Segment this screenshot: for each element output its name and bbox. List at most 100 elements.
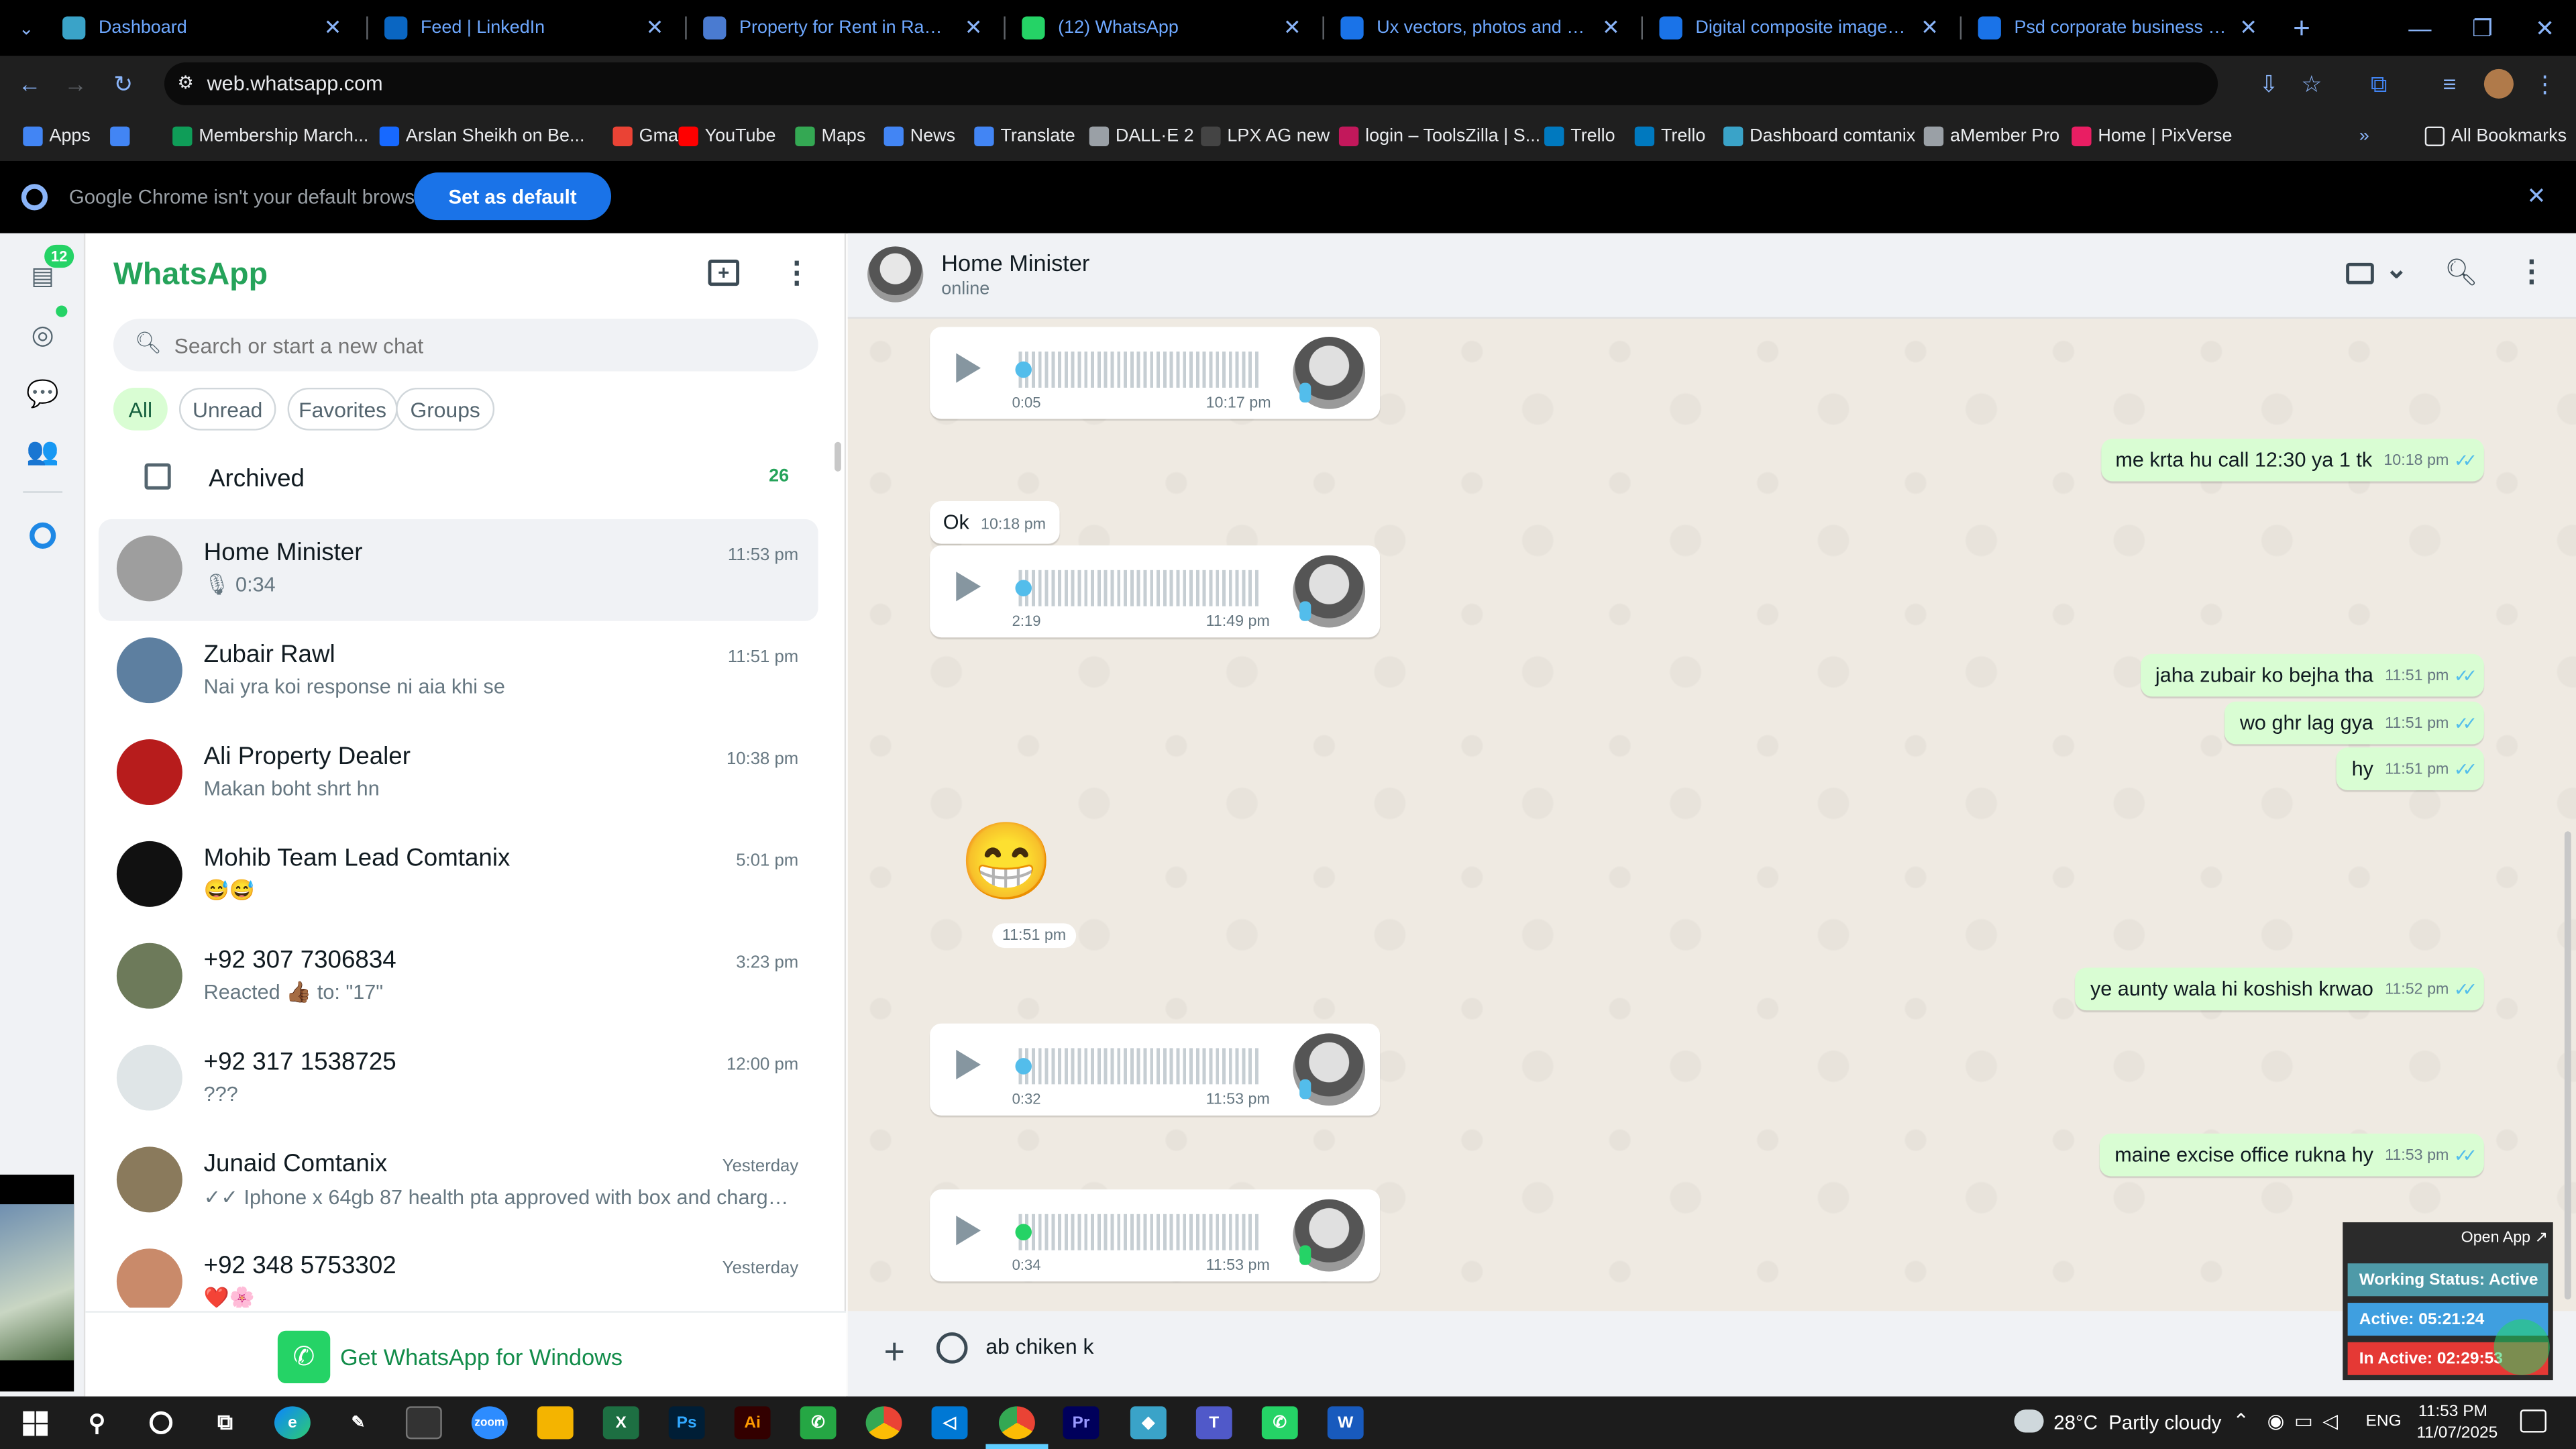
notifications-icon[interactable]	[2520, 1409, 2546, 1433]
reload-icon[interactable]: ↻	[109, 69, 138, 99]
meta-ai-icon[interactable]	[23, 516, 62, 555]
chat-list-item[interactable]: Home Minister 🎙 0:34 11:53 pm	[98, 519, 818, 621]
minimize-icon[interactable]: —	[2389, 0, 2451, 56]
chevron-down-icon[interactable]: ⌄	[2385, 253, 2408, 286]
task-view-icon[interactable]: ⧉	[207, 1406, 244, 1439]
chat-list-item[interactable]: +92 317 1538725 ??? 12:00 pm	[99, 1028, 818, 1130]
zoom-icon[interactable]: zoom	[471, 1406, 508, 1440]
bookmark-item[interactable]: Arslan Sheikh on Be...	[379, 121, 584, 151]
terminal-icon[interactable]	[405, 1406, 442, 1440]
tray-icons[interactable]: ◉▭◁	[2267, 1409, 2348, 1432]
set-default-button[interactable]: Set as default	[414, 172, 612, 221]
compose-input[interactable]: ab chiken k	[985, 1334, 1093, 1359]
chat-list-item[interactable]: Mohib Team Lead Comtanix 😅😅 5:01 pm	[99, 824, 818, 926]
bookmark-item[interactable]: aMember Pro	[1923, 121, 2059, 151]
language-indicator[interactable]: ENG	[2366, 1413, 2402, 1431]
word-icon[interactable]: W	[1327, 1406, 1364, 1440]
browser-tab[interactable]: Feed | LinkedIn ✕	[371, 7, 677, 50]
edge-icon[interactable]: e	[274, 1406, 311, 1440]
bookmark-item[interactable]: login – ToolsZilla | S...	[1338, 121, 1540, 151]
browser-tab[interactable]: Digital composite image of graphs ✕	[1646, 7, 1952, 50]
chat-list-item[interactable]: Ali Property Dealer Makan boht shrt hn 1…	[99, 723, 818, 825]
chrome-active-icon[interactable]	[998, 1406, 1035, 1440]
site-info-icon[interactable]: ⚙	[177, 72, 193, 93]
browser-tab[interactable]: Dashboard ✕	[49, 7, 355, 50]
chat-list-item[interactable]: +92 348 5753302 ❤️🌸 Yesterday	[99, 1232, 818, 1308]
extensions-icon[interactable]: ⧉	[2364, 69, 2394, 99]
scrollbar[interactable]	[2564, 831, 2571, 1300]
browser-tab[interactable]: (12) WhatsApp ✕	[1008, 6, 1315, 50]
bookmark-item[interactable]: Trello	[1544, 121, 1615, 151]
forward-icon[interactable]: →	[61, 69, 91, 99]
open-app-link[interactable]: Open App ↗	[2461, 1229, 2548, 1247]
bookmark-item[interactable]: Home | PixVerse	[2072, 121, 2233, 151]
pen-icon[interactable]: ✎	[340, 1406, 376, 1439]
attach-plus-icon[interactable]: +	[884, 1331, 905, 1374]
communities-icon[interactable]: 👥	[23, 432, 62, 472]
app-diamond-icon[interactable]: ◆	[1130, 1406, 1167, 1440]
bookmark-item[interactable]: DALL·E 2	[1089, 121, 1194, 151]
chrome-icon[interactable]	[865, 1406, 902, 1440]
contact-name[interactable]: Home Minister	[941, 250, 1089, 276]
tab-search-icon[interactable]: ≡	[2434, 69, 2464, 99]
premiere-icon[interactable]: Pr	[1063, 1406, 1099, 1440]
address-bar[interactable]: ⚙ web.whatsapp.com	[164, 62, 2218, 105]
close-infobar-icon[interactable]: ✕	[2527, 182, 2546, 211]
clock-time[interactable]: 11:53 PM	[2418, 1403, 2487, 1421]
bookmark-item[interactable]: Translate	[974, 121, 1075, 151]
browser-tab[interactable]: Property for Rent in Rawalpindi ✕	[690, 7, 996, 50]
tab-close-icon[interactable]: ✕	[646, 15, 664, 41]
clock-date[interactable]: 11/07/2025	[2416, 1424, 2498, 1442]
bookmark-item[interactable]: Apps	[23, 121, 91, 151]
channels-icon[interactable]: 💬	[23, 374, 62, 414]
browser-tab[interactable]: Psd corporate business flyer design ✕	[1965, 7, 2271, 50]
bookmark-item[interactable]: Dashboard comtanix	[1723, 121, 1915, 151]
contact-avatar[interactable]	[867, 246, 924, 303]
tab-close-icon[interactable]: ✕	[324, 15, 342, 41]
back-icon[interactable]: ←	[15, 69, 44, 99]
tab-close-icon[interactable]: ✕	[1921, 15, 1939, 41]
chat-menu-icon[interactable]: ⋮	[2517, 255, 2546, 289]
tab-close-icon[interactable]: ✕	[2239, 15, 2257, 41]
start-icon[interactable]	[16, 1406, 52, 1439]
bookmark-star-icon[interactable]: ☆	[2297, 69, 2326, 99]
weather-text[interactable]: 28°C Partly cloudy	[2053, 1411, 2221, 1434]
sticker-icon[interactable]	[936, 1332, 968, 1364]
close-window-icon[interactable]: ✕	[2514, 0, 2576, 56]
bookmark-item[interactable]: Trello	[1634, 121, 1705, 151]
tray-chevron-icon[interactable]: ⌃	[2233, 1409, 2249, 1432]
tab-close-icon[interactable]: ✕	[1602, 15, 1620, 41]
cortana-icon[interactable]	[143, 1406, 179, 1439]
teams-icon[interactable]: T	[1195, 1406, 1232, 1440]
bookmark-item[interactable]	[110, 121, 136, 151]
search-icon[interactable]: ⚲	[79, 1406, 115, 1439]
browser-tab[interactable]: Ux vectors, photos and PSD files ✕	[1328, 7, 1633, 50]
tab-close-icon[interactable]: ✕	[1283, 15, 1301, 41]
vscode-icon[interactable]: ◁	[931, 1406, 968, 1440]
scrollbar[interactable]	[835, 441, 841, 472]
profile-avatar[interactable]	[2483, 68, 2514, 99]
illustrator-icon[interactable]: Ai	[734, 1406, 771, 1440]
restore-icon[interactable]: ❐	[2451, 0, 2514, 56]
bookmark-item[interactable]: Maps	[795, 121, 865, 151]
chat-list-item[interactable]: Junaid Comtanix ✓✓ Iphone x 64gb 87 heal…	[99, 1130, 818, 1232]
install-icon[interactable]: ⇩	[2254, 69, 2284, 99]
whatsapp-app-icon[interactable]: ✆	[1261, 1406, 1298, 1440]
file-explorer-icon[interactable]	[537, 1406, 574, 1440]
more-bookmarks-icon[interactable]: »	[2359, 121, 2369, 151]
bookmark-item[interactable]: Membership March...	[172, 121, 368, 151]
bookmark-item[interactable]: News	[883, 121, 955, 151]
status-icon[interactable]: ◎	[23, 315, 62, 355]
chat-list-item[interactable]: +92 307 7306834 Reacted 👍🏾 to: "17" 3:23…	[99, 926, 818, 1028]
bookmark-item[interactable]: Gmail	[612, 121, 686, 151]
menu-icon[interactable]: ⋮	[2530, 69, 2559, 99]
photoshop-icon[interactable]: Ps	[668, 1406, 705, 1440]
video-call-icon[interactable]	[2346, 262, 2374, 284]
chat-list-item[interactable]: Zubair Rawl Nai yra koi response ni aia …	[99, 621, 818, 723]
get-app-banner[interactable]: ✆ Get WhatsApp for Windows	[85, 1311, 847, 1397]
new-tab-button[interactable]: +	[2284, 10, 2320, 46]
app-green-icon[interactable]: ✆	[800, 1406, 837, 1440]
excel-icon[interactable]: X	[602, 1406, 639, 1440]
bookmark-item[interactable]: YouTube	[678, 121, 776, 151]
tab-close-icon[interactable]: ✕	[965, 15, 983, 41]
